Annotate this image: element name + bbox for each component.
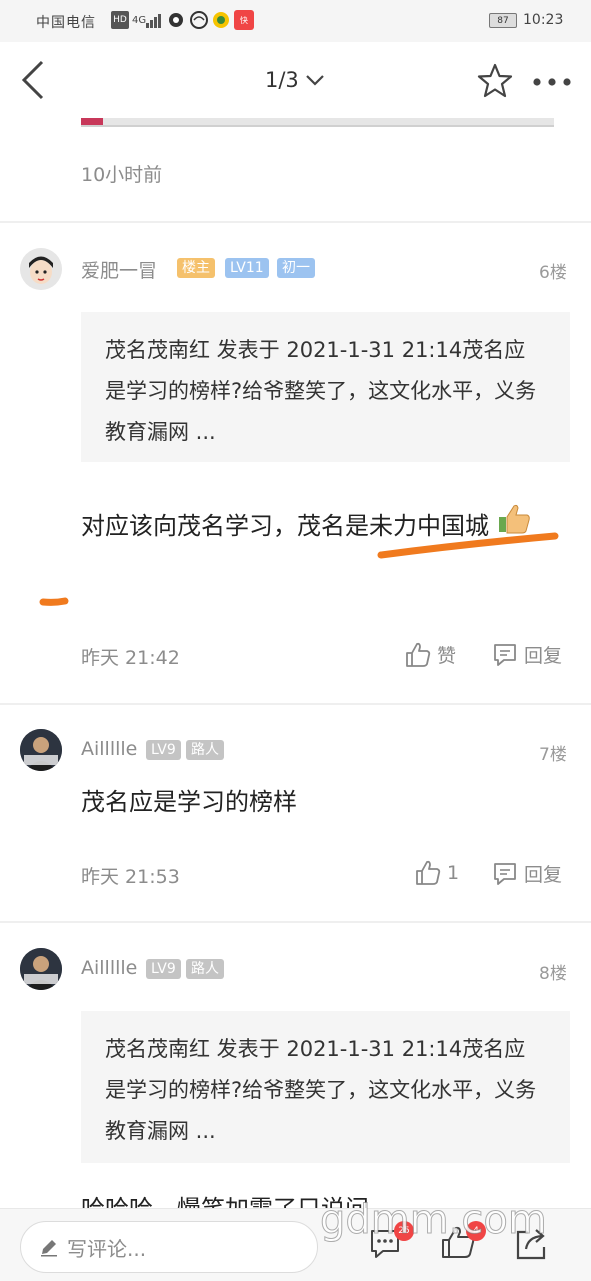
post-time: 昨天 21:42: [81, 647, 180, 669]
reply-button[interactable]: 回复: [492, 860, 562, 887]
chevron-down-icon: [306, 75, 324, 86]
badge-level: LV9: [146, 740, 181, 760]
game-notification-icon: [212, 11, 230, 33]
badge-level: LV11: [225, 258, 269, 278]
thumbs-up-icon: [416, 860, 441, 885]
browser-notification-icon: [190, 11, 208, 33]
avatar[interactable]: [20, 729, 62, 771]
more-options-icon[interactable]: [532, 72, 572, 92]
quoted-post[interactable]: 茂名茂南红 发表于 2021-1-31 21:14茂名应是学习的榜样?给爷整笑了…: [81, 312, 570, 462]
floor-number: 7楼: [539, 745, 567, 765]
avatar[interactable]: [20, 948, 62, 990]
username[interactable]: 爱肥一冒: [81, 256, 157, 283]
badge-op: 楼主: [177, 258, 215, 278]
reply-button[interactable]: 回复: [492, 641, 562, 668]
reply-label: 回复: [524, 645, 563, 667]
thumbs-up-icon: [406, 642, 431, 667]
username[interactable]: Aillllle: [81, 738, 137, 760]
pencil-icon: [41, 1240, 57, 1257]
quoted-post[interactable]: 茂名茂南红 发表于 2021-1-31 21:14茂名应是学习的榜样?给爷整笑了…: [81, 1011, 570, 1163]
post-separator: [0, 221, 591, 223]
battery-icon: 87: [489, 13, 517, 28]
floor-number: 8楼: [539, 964, 567, 984]
post-time: 昨天 21:53: [81, 866, 180, 888]
page-indicator: 1/3: [265, 68, 299, 92]
signal-icon: [146, 13, 162, 32]
network-type-icon: 4G: [132, 14, 147, 26]
previous-post-image: [81, 118, 554, 127]
username[interactable]: Aillllle: [81, 957, 137, 979]
hd-icon: HD: [111, 11, 129, 29]
like-button[interactable]: 赞: [405, 641, 456, 668]
watermark: gdmm.com: [320, 1197, 548, 1244]
reply-label: 回复: [524, 864, 563, 886]
badge-title: 路人: [186, 959, 224, 979]
comment-placeholder: 写评论...: [67, 1236, 147, 1261]
like-label: 赞: [437, 645, 457, 667]
post-separator: [0, 921, 591, 923]
nav-bar: 1/3: [0, 42, 591, 122]
status-bar: 中国电信 HD 4G 快 87 10:23: [0, 0, 591, 42]
badge-title: 路人: [186, 740, 224, 760]
comment-input[interactable]: 写评论...: [20, 1221, 318, 1273]
floor-number: 6楼: [539, 263, 567, 283]
like-count: 1: [447, 862, 460, 884]
like-button[interactable]: 1: [415, 860, 459, 886]
comment-icon: [494, 862, 516, 885]
image-fragment: [81, 118, 103, 125]
page-selector[interactable]: 1/3: [265, 68, 325, 92]
carrier-label: 中国电信: [36, 15, 96, 31]
post-time: 10小时前: [81, 164, 163, 186]
bottom-bar: 写评论... 25 4 gdmm.com: [0, 1197, 591, 1281]
post-content: 茂名应是学习的榜样: [81, 788, 297, 816]
badge-grade: 初一: [277, 258, 315, 278]
orange-annotation: [39, 532, 559, 606]
badge-level: LV9: [146, 959, 181, 979]
clock: 10:23: [523, 12, 564, 28]
comment-icon: [494, 643, 516, 666]
news-app-icon: 快: [234, 10, 254, 30]
back-arrow-icon[interactable]: [20, 60, 60, 100]
post-separator: [0, 703, 591, 705]
avatar[interactable]: [20, 248, 62, 290]
battery-level: 87: [497, 15, 509, 26]
app-notification-icon: [168, 12, 184, 32]
star-icon[interactable]: [476, 62, 514, 100]
